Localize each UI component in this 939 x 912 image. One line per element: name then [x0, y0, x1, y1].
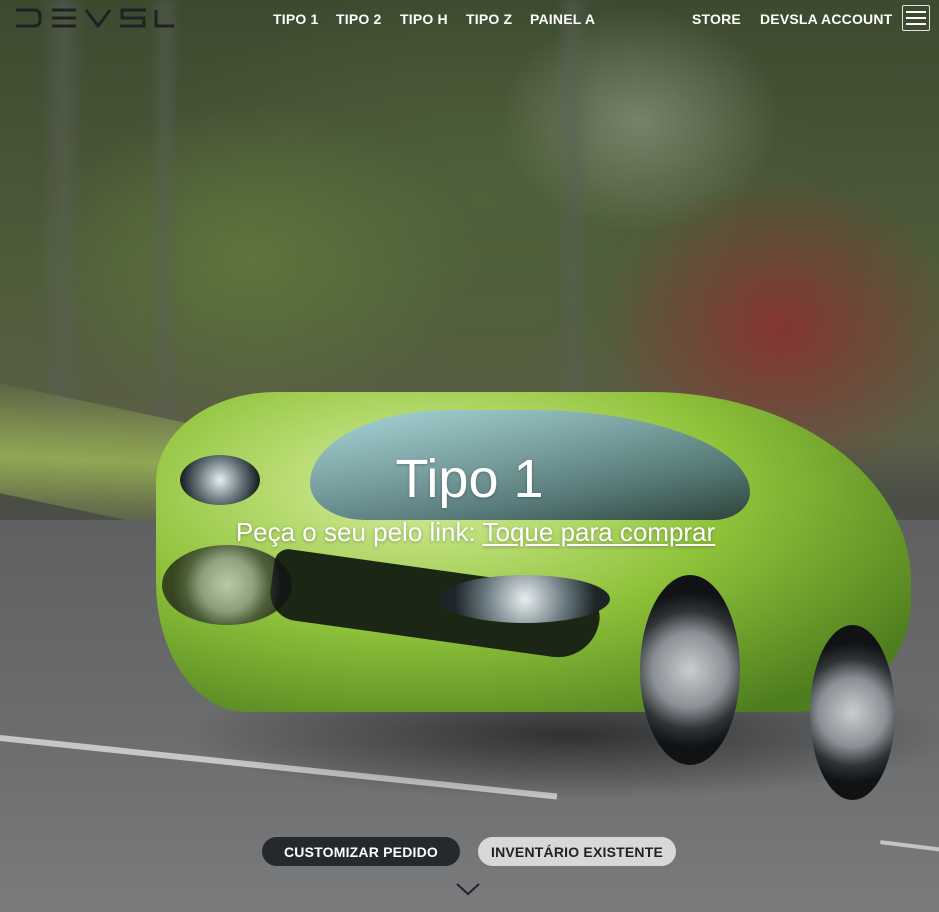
buy-link[interactable]: Toque para comprar — [483, 517, 716, 547]
nav-tipo-z[interactable]: TIPO Z — [466, 11, 512, 27]
hero-subtitle: Peça o seu pelo link: Toque para comprar — [0, 517, 939, 548]
car-headlight — [440, 575, 610, 623]
hero-title: Tipo 1 — [395, 449, 544, 509]
nav-tipo-h[interactable]: TIPO H — [400, 11, 448, 27]
customize-order-button[interactable]: CUSTOMIZAR PEDIDO — [262, 837, 460, 866]
hero-subtitle-text: Peça o seu pelo link: — [235, 517, 483, 547]
nav-tipo-2[interactable]: TIPO 2 — [336, 11, 382, 27]
account-link[interactable]: DEVSLA ACCOUNT — [760, 11, 892, 27]
devsla-logo[interactable] — [14, 7, 178, 29]
hamburger-line — [906, 23, 926, 25]
hamburger-line — [906, 17, 926, 19]
nav-tipo-1[interactable]: TIPO 1 — [273, 11, 319, 27]
chevron-down-icon[interactable] — [455, 880, 481, 898]
top-navigation-bar: TIPO 1 TIPO 2 TIPO H TIPO Z PAINEL A STO… — [0, 0, 939, 38]
car-wheel — [810, 625, 895, 800]
car-wheel — [162, 545, 292, 625]
hamburger-line — [906, 11, 926, 13]
store-link[interactable]: STORE — [692, 11, 741, 27]
existing-inventory-button[interactable]: INVENTÁRIO EXISTENTE — [478, 837, 676, 866]
nav-painel-a[interactable]: PAINEL A — [530, 11, 595, 27]
car-wheel — [640, 575, 740, 765]
hamburger-icon[interactable] — [902, 5, 930, 31]
hero-car — [150, 370, 939, 810]
